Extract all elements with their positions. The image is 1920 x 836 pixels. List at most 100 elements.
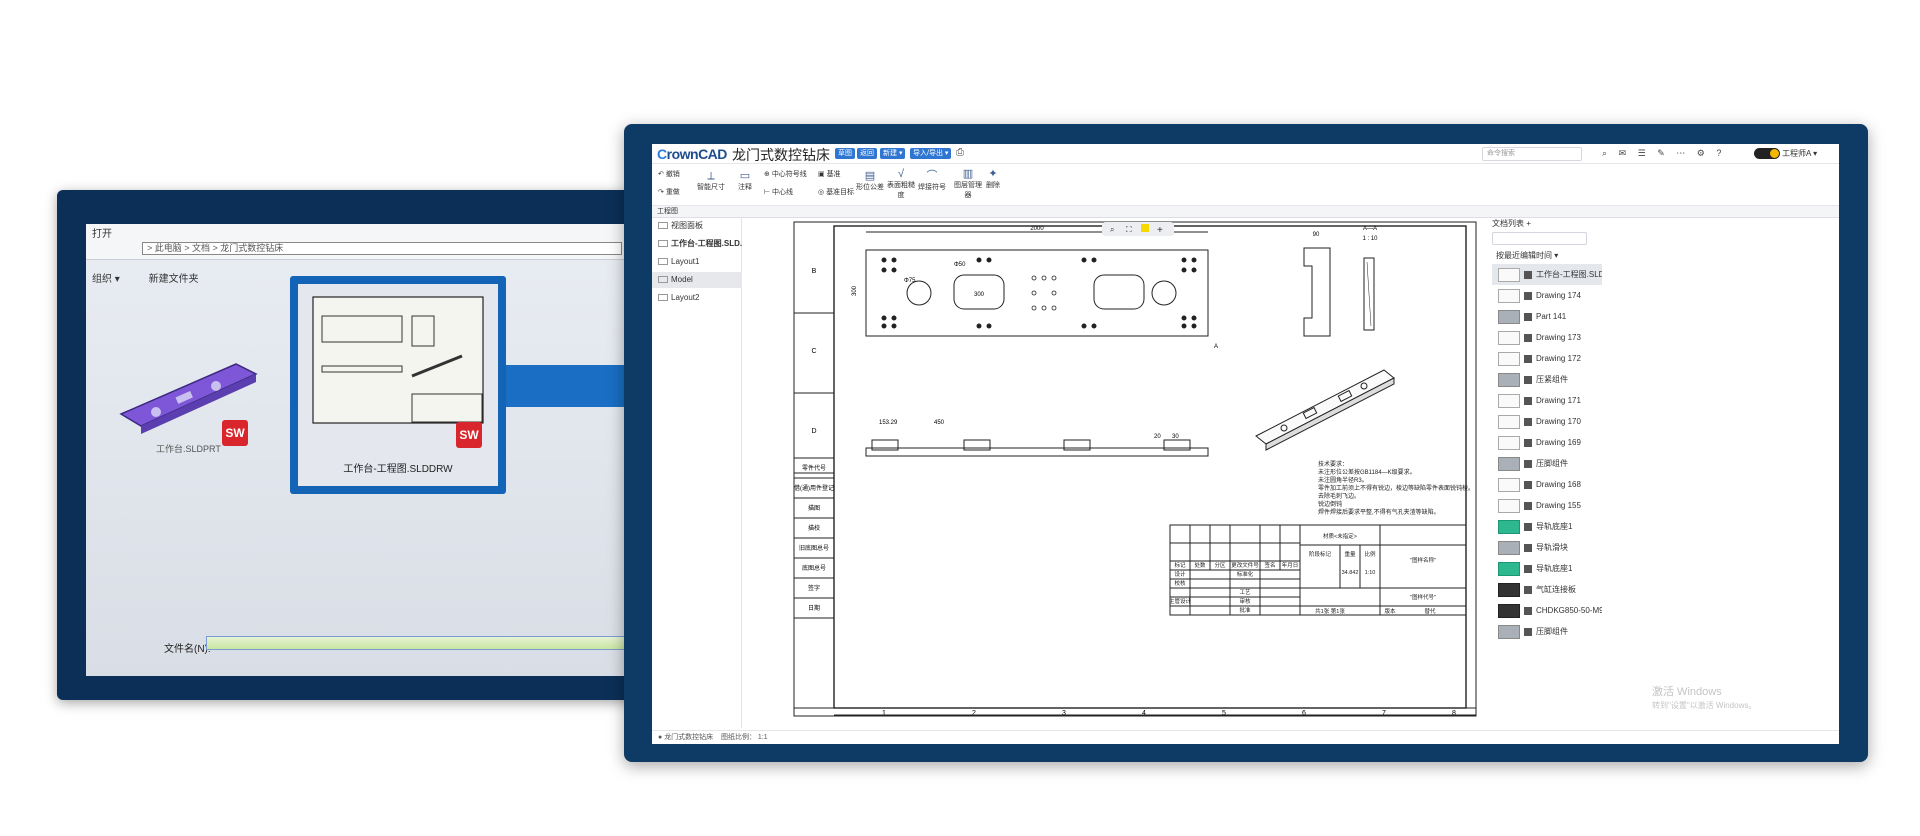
organize-button[interactable]: 组织 ▾ (92, 274, 120, 285)
center-line-button[interactable]: ⊢ 中心线 (764, 187, 793, 197)
command-search[interactable]: 命令搜索 (1482, 147, 1582, 161)
svg-text:替代: 替代 (1424, 607, 1436, 615)
svg-text:描校: 描校 (808, 524, 820, 532)
sidebar-item-model[interactable]: Model (652, 272, 742, 288)
user-avatar-icon: ● (658, 734, 663, 741)
dim-side-width: 90 (1313, 232, 1320, 238)
print-icon[interactable]: ⎙ (956, 147, 964, 158)
message-icon[interactable]: ✉ (1619, 148, 1627, 158)
document-list-item[interactable]: Drawing 174 (1492, 285, 1602, 306)
svg-text:2: 2 (972, 710, 976, 717)
smart-dimension-button[interactable]: ⟂ 智能尺寸 (697, 170, 725, 192)
document-list-item[interactable]: Drawing 171 (1492, 390, 1602, 411)
import-export-button[interactable]: 导入/导出 ▾ (910, 148, 952, 159)
new-button[interactable]: 新建 ▾ (880, 148, 906, 159)
sidebar-item-layout2[interactable]: Layout2 (652, 290, 742, 306)
document-list-item[interactable]: Drawing 168 (1492, 474, 1602, 495)
tab-drawing[interactable]: 工程图 (652, 206, 1839, 218)
sketch-tag: 草图 (835, 148, 855, 159)
help-icon[interactable]: ? (1716, 148, 1721, 158)
windows-watermark: 激活 Windows 转到"设置"以激活 Windows。 (1652, 686, 1757, 710)
document-list-item[interactable]: Drawing 172 (1492, 348, 1602, 369)
delete-button[interactable]: ✦ 删除 (986, 168, 1000, 190)
theme-toggle[interactable] (1754, 148, 1780, 159)
svg-text:未注形位公差按GB1184—K级要求。: 未注形位公差按GB1184—K级要求。 (1318, 468, 1416, 476)
document-name: 压脚组件 (1536, 459, 1568, 468)
svg-text:签名: 签名 (1264, 561, 1275, 569)
layer-icon: ▥ (962, 168, 974, 180)
title-toolbar: ⌕ ✉ ☰ ✎ ⋯ ⚙ ? (1602, 148, 1730, 159)
surface-roughness-button[interactable]: √ 表面粗糙度 (886, 168, 916, 200)
svg-text:去除毛刺飞边。: 去除毛刺飞边。 (1318, 492, 1360, 500)
drawing-icon (1524, 270, 1532, 279)
panel-icon (658, 222, 668, 230)
layer-manager-button[interactable]: ▥ 图层管理器 (952, 168, 984, 200)
document-name: Drawing 155 (1536, 501, 1581, 510)
edit-icon[interactable]: ✎ (1657, 148, 1665, 158)
document-thumbnail (1498, 414, 1520, 429)
part-icon (1524, 459, 1532, 468)
user-menu[interactable]: 工程师A ▾ (1782, 148, 1817, 159)
drawing-canvas[interactable]: B C D 1 2 3 4 5 6 7 8 零件代号 借(通)用件登记 描图 描… (744, 218, 1494, 728)
document-node[interactable]: 工作台-工程图.SLD... (652, 236, 742, 252)
part-thumbnail[interactable]: 工作台.SLDPRT (116, 344, 276, 454)
part-icon (1524, 564, 1532, 573)
svg-text:3: 3 (1062, 710, 1066, 717)
center-mark-button[interactable]: ⊕ 中心符号线 (764, 169, 807, 179)
file-name-input[interactable] (206, 636, 626, 650)
document-list-item[interactable]: 导轨滑块 (1492, 537, 1602, 558)
document-list-item[interactable]: Drawing 173 (1492, 327, 1602, 348)
document-list-item[interactable]: Drawing 170 (1492, 411, 1602, 432)
dim-length-a: 153.29 (879, 420, 898, 426)
svg-text:4: 4 (1142, 710, 1146, 717)
address-bar[interactable]: > 此电脑 > 文档 > 龙门式数控钻床 (142, 242, 622, 255)
document-thumbnail (1498, 603, 1520, 618)
geometric-tolerance-button[interactable]: ▤ 形位公差 (856, 170, 884, 192)
document-search[interactable] (1492, 232, 1587, 245)
datum-target-button[interactable]: ◎ 基准目标 (818, 187, 854, 197)
sidebar-item-layout1[interactable]: Layout1 (652, 254, 742, 270)
document-list-header[interactable]: 文档列表 + (1492, 218, 1531, 229)
document-name: Drawing 169 (1536, 438, 1581, 447)
document-thumbnail (1498, 372, 1520, 387)
weld-symbol-button[interactable]: ⌒ 焊接符号 (918, 170, 946, 192)
selected-file-thumbnail[interactable]: SW 工作台-工程图.SLDDRW (290, 276, 506, 494)
list-icon[interactable]: ☰ (1638, 148, 1646, 158)
document-list-item[interactable]: Part 141 (1492, 306, 1602, 327)
document-name: Drawing 171 (1536, 396, 1581, 405)
document-list-item[interactable]: 压脚组件 (1492, 621, 1602, 642)
document-list-item[interactable]: 导轨底座1 (1492, 516, 1602, 537)
part-icon (1524, 627, 1532, 636)
document-list-item[interactable]: CHDKG850-50-M9B-... (1492, 600, 1602, 621)
document-list-item[interactable]: 压脚组件 (1492, 453, 1602, 474)
document-thumbnail (1498, 540, 1520, 555)
note-button[interactable]: ▭ 注释 (738, 170, 752, 192)
drawing-icon (1524, 396, 1532, 405)
tolerance-icon: ▤ (864, 170, 876, 182)
back-button[interactable]: 返回 (857, 148, 877, 159)
undo-button[interactable]: ↶ 撤销 (658, 169, 680, 179)
document-name: Drawing 173 (1536, 333, 1581, 342)
document-list-item[interactable]: 导轨底座1 (1492, 558, 1602, 579)
sort-dropdown[interactable]: 按最近编辑时间 ▾ (1496, 250, 1558, 261)
dialog-title: 打开 (92, 229, 112, 240)
section-mark: A (1214, 344, 1218, 350)
search-icon[interactable]: ⌕ (1602, 148, 1607, 158)
document-list-item[interactable]: Drawing 155 (1492, 495, 1602, 516)
drawing-icon (658, 240, 668, 248)
solidworks-badge-icon: SW (222, 420, 248, 446)
document-list-item[interactable]: 压紧组件 (1492, 369, 1602, 390)
share-icon[interactable]: ⋯ (1676, 148, 1685, 158)
datum-button[interactable]: ▣ 基准 (818, 169, 841, 179)
svg-text:比例: 比例 (1364, 550, 1376, 558)
new-folder-button[interactable]: 新建文件夹 (149, 274, 199, 285)
document-list-item[interactable]: 气缸连接板 (1492, 579, 1602, 600)
document-list-item[interactable]: Drawing 169 (1492, 432, 1602, 453)
svg-text:标准化: 标准化 (1237, 570, 1254, 578)
add-icon: + (1157, 225, 1163, 236)
gear-icon[interactable]: ⚙ (1697, 148, 1705, 158)
redo-button[interactable]: ↷ 重做 (658, 187, 680, 197)
document-list-item[interactable]: 工作台-工程图.SLDDR... (1492, 264, 1602, 285)
svg-text:1: 1 (882, 710, 886, 717)
svg-text:设计: 设计 (1174, 570, 1186, 578)
